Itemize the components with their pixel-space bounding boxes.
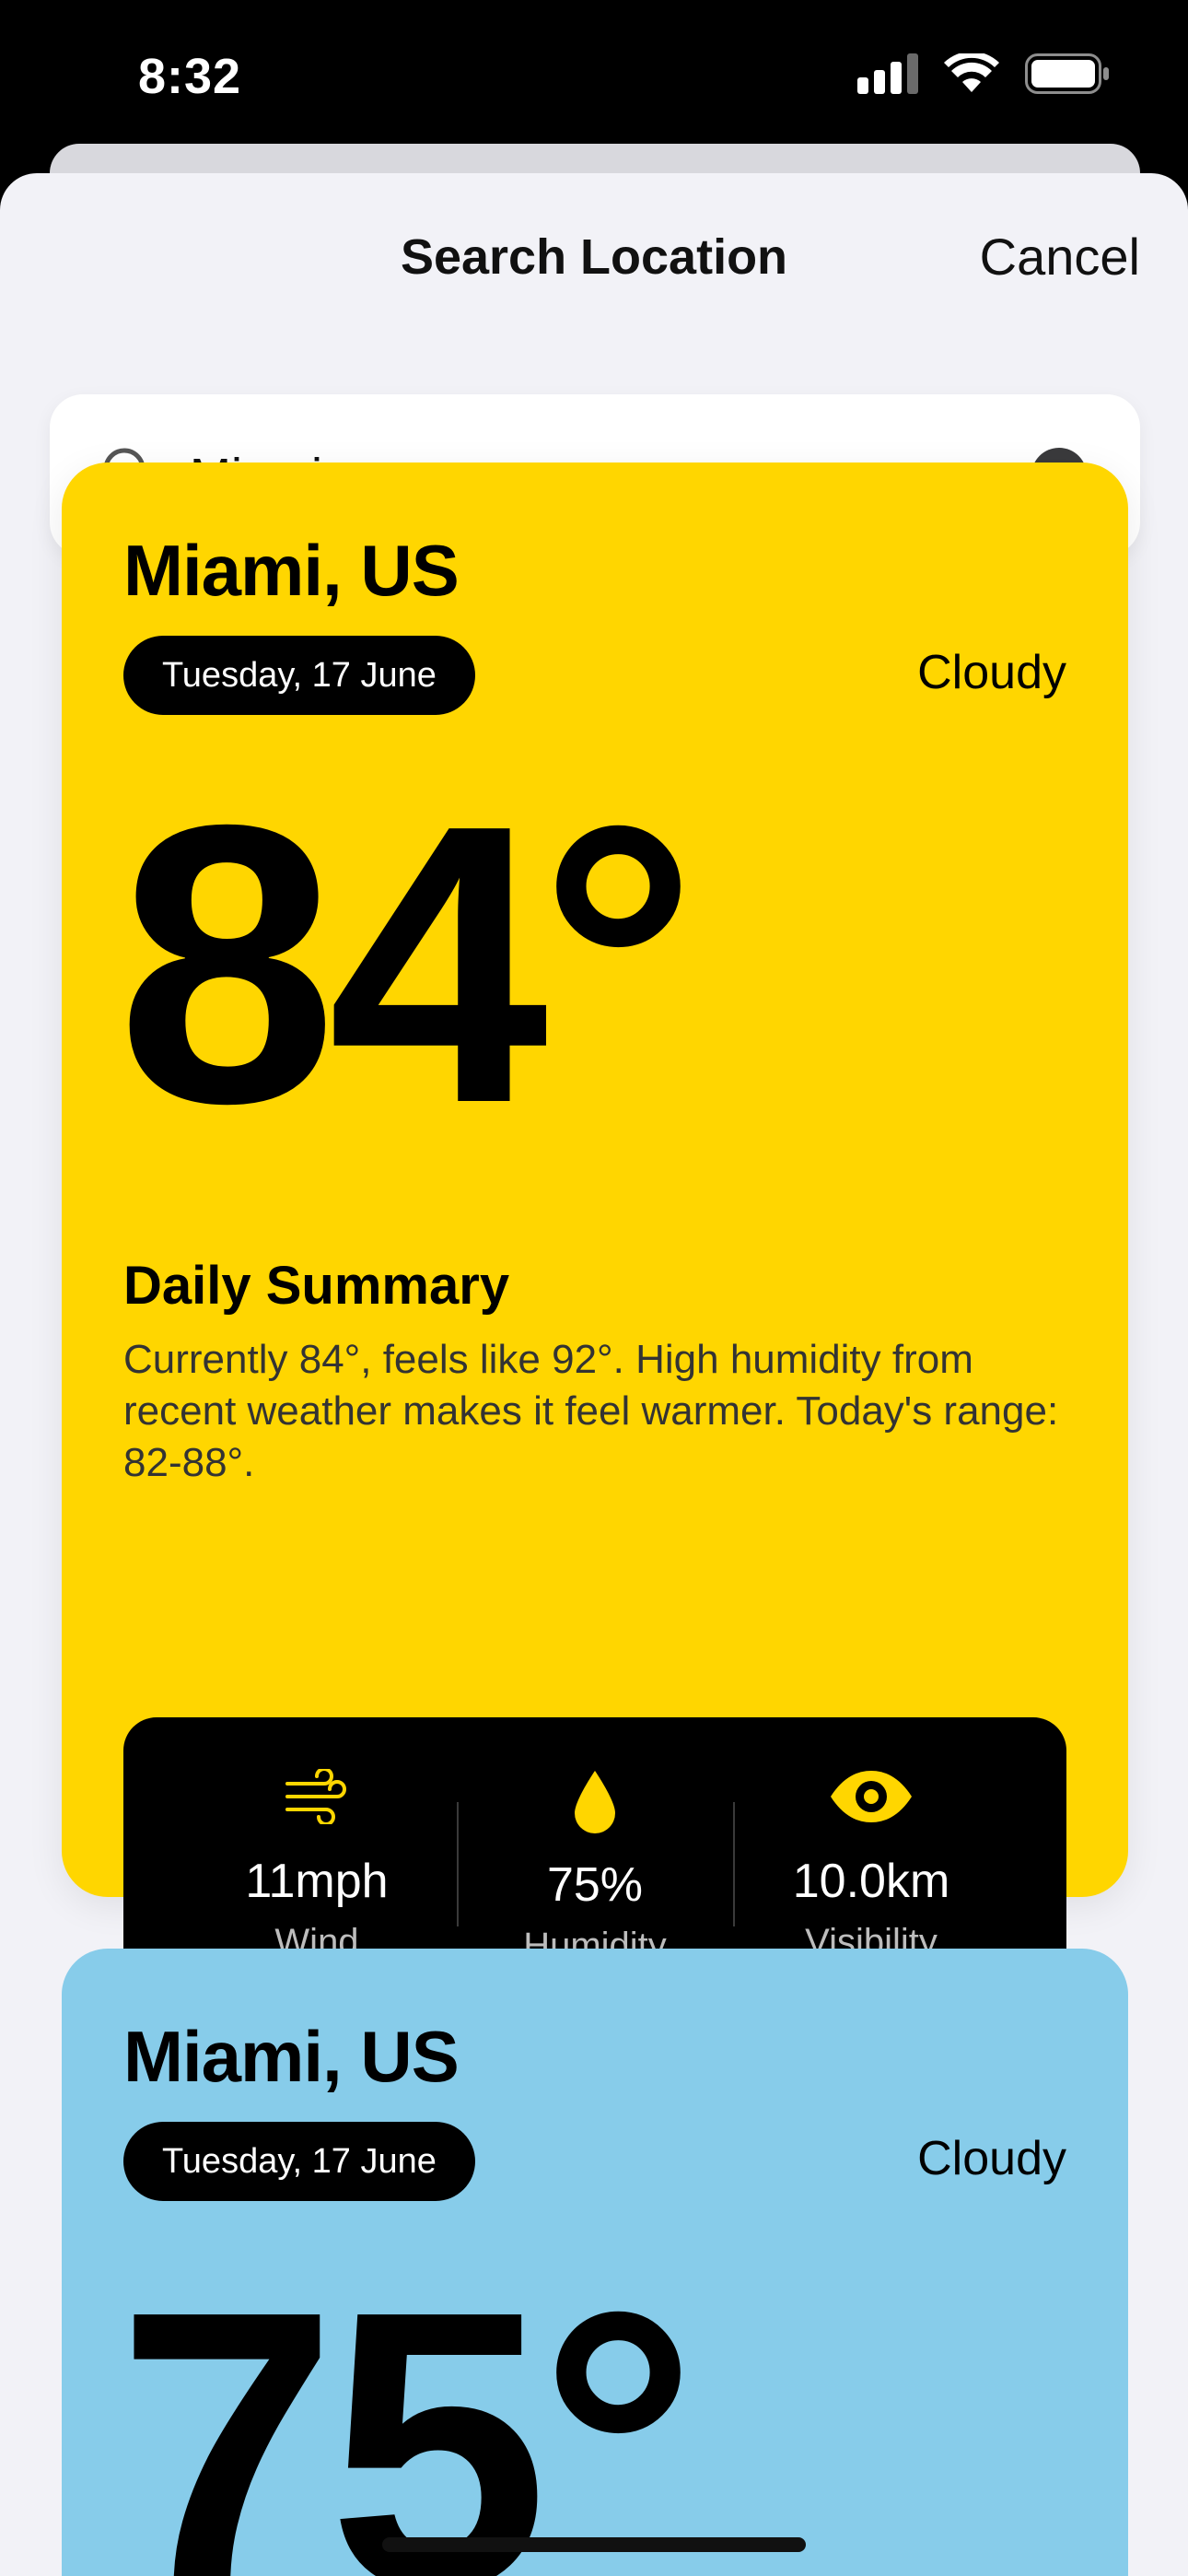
status-time: 8:32 bbox=[138, 49, 242, 104]
status-bar: 8:32 bbox=[0, 0, 1188, 147]
visibility-value: 10.0km bbox=[792, 1855, 950, 1908]
daily-summary-text: Currently 84°, feels like 92°. High humi… bbox=[123, 1337, 1059, 1485]
battery-icon bbox=[1025, 53, 1109, 94]
weather-card[interactable]: Miami, US Tuesday, 17 June Cloudy 84° Da… bbox=[62, 463, 1128, 2010]
screen: 8:32 Search Location Cancel Miami Miami,… bbox=[0, 0, 1188, 2576]
wifi-icon bbox=[944, 53, 999, 92]
wind-icon bbox=[285, 1769, 346, 1824]
date-badge: Tuesday, 17 June bbox=[123, 2122, 475, 2201]
daily-summary-title: Daily Summary bbox=[123, 1256, 510, 1316]
city-name: Miami, US bbox=[123, 530, 460, 611]
date-badge: Tuesday, 17 June bbox=[123, 636, 475, 715]
weather-card[interactable]: Miami, US Tuesday, 17 June Cloudy 75° bbox=[62, 1949, 1128, 2576]
eye-icon bbox=[831, 1771, 912, 1822]
weather-condition: Cloudy bbox=[917, 2132, 1066, 2185]
city-name: Miami, US bbox=[123, 2016, 460, 2097]
cellular-signal-icon bbox=[857, 53, 918, 94]
weather-condition: Cloudy bbox=[917, 646, 1066, 699]
humidity-value: 75% bbox=[546, 1858, 644, 1912]
home-indicator bbox=[382, 2537, 806, 2552]
temperature: 84° bbox=[117, 744, 697, 1186]
temperature: 75° bbox=[117, 2230, 697, 2576]
status-icons bbox=[857, 53, 1110, 94]
humidity-drop-icon bbox=[575, 1771, 615, 1833]
cancel-button[interactable]: Cancel bbox=[980, 227, 1140, 287]
wind-value: 11mph bbox=[245, 1855, 389, 1908]
